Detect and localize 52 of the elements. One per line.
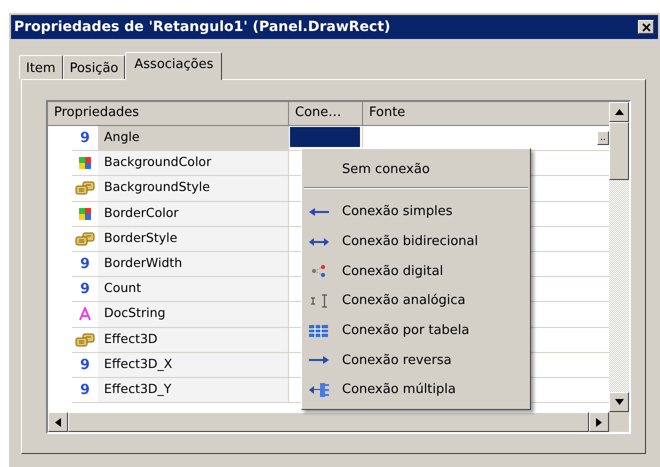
property-name[interactable]: BorderColor <box>98 202 289 227</box>
color-squares-icon <box>78 206 92 221</box>
property-name[interactable]: Angle <box>98 126 289 152</box>
text-icon <box>78 307 92 322</box>
style-icon <box>75 232 95 246</box>
menu-item[interactable]: Conexão por tabela <box>302 316 530 346</box>
i-beam-icon <box>308 294 330 308</box>
number-icon: 9 <box>80 131 90 146</box>
left-arrow-icon <box>308 206 330 217</box>
menu-item[interactable]: Conexão digital <box>302 256 530 286</box>
close-icon <box>642 22 650 32</box>
property-name[interactable]: BackgroundStyle <box>98 176 289 202</box>
close-button[interactable] <box>638 20 654 34</box>
menu-item[interactable]: Conexão analógica <box>302 286 530 316</box>
left-arrow-icon <box>55 418 61 426</box>
column-header[interactable]: Cone… <box>289 102 363 126</box>
menu-item[interactable]: Conexão simples <box>302 197 530 227</box>
property-name[interactable]: BorderStyle <box>98 226 289 252</box>
double-arrow-icon <box>308 236 330 247</box>
menu-item[interactable]: Conexão reversa <box>302 345 530 376</box>
vertical-scrollbar[interactable] <box>609 102 629 412</box>
scrollbar-thumb[interactable] <box>609 122 629 180</box>
multi-arrow-icon <box>308 382 330 398</box>
number-icon: 9 <box>80 282 90 296</box>
connection-cell[interactable] <box>290 127 360 147</box>
table-icon <box>308 324 330 338</box>
down-arrow-icon <box>614 399 624 405</box>
tab[interactable]: Item <box>19 55 63 79</box>
right-arrow-icon <box>308 355 330 366</box>
menu-item[interactable]: Sem conexão <box>302 155 530 183</box>
tab[interactable]: Associações <box>125 52 222 80</box>
number-icon: 9 <box>80 358 90 372</box>
ellipsis-button[interactable]: .. <box>597 131 609 145</box>
column-header[interactable]: Fonte <box>363 102 609 126</box>
window-title: Propriedades de 'Retangulo1' (Panel.DrawRect) <box>14 19 390 35</box>
right-arrow-icon <box>596 418 602 426</box>
style-icon <box>75 181 95 196</box>
property-name[interactable]: BackgroundColor <box>98 151 289 176</box>
color-squares-icon <box>78 156 92 170</box>
property-name[interactable]: DocString <box>98 302 289 328</box>
property-name[interactable]: BorderWidth <box>98 252 289 278</box>
number-icon: 9 <box>80 382 90 397</box>
menu-item[interactable]: Conexão bidirecional <box>302 226 530 256</box>
menu-item[interactable]: Conexão múltipla <box>302 375 530 405</box>
tab[interactable]: Posição <box>62 55 126 79</box>
up-arrow-icon <box>614 109 624 115</box>
property-name[interactable]: Count <box>98 277 289 302</box>
number-icon: 9 <box>80 257 90 272</box>
property-name[interactable]: Effect3D_Y <box>98 378 289 404</box>
property-name[interactable]: Effect3D_X <box>98 352 289 378</box>
style-icon <box>75 332 95 347</box>
property-name[interactable]: Effect3D <box>98 328 289 353</box>
